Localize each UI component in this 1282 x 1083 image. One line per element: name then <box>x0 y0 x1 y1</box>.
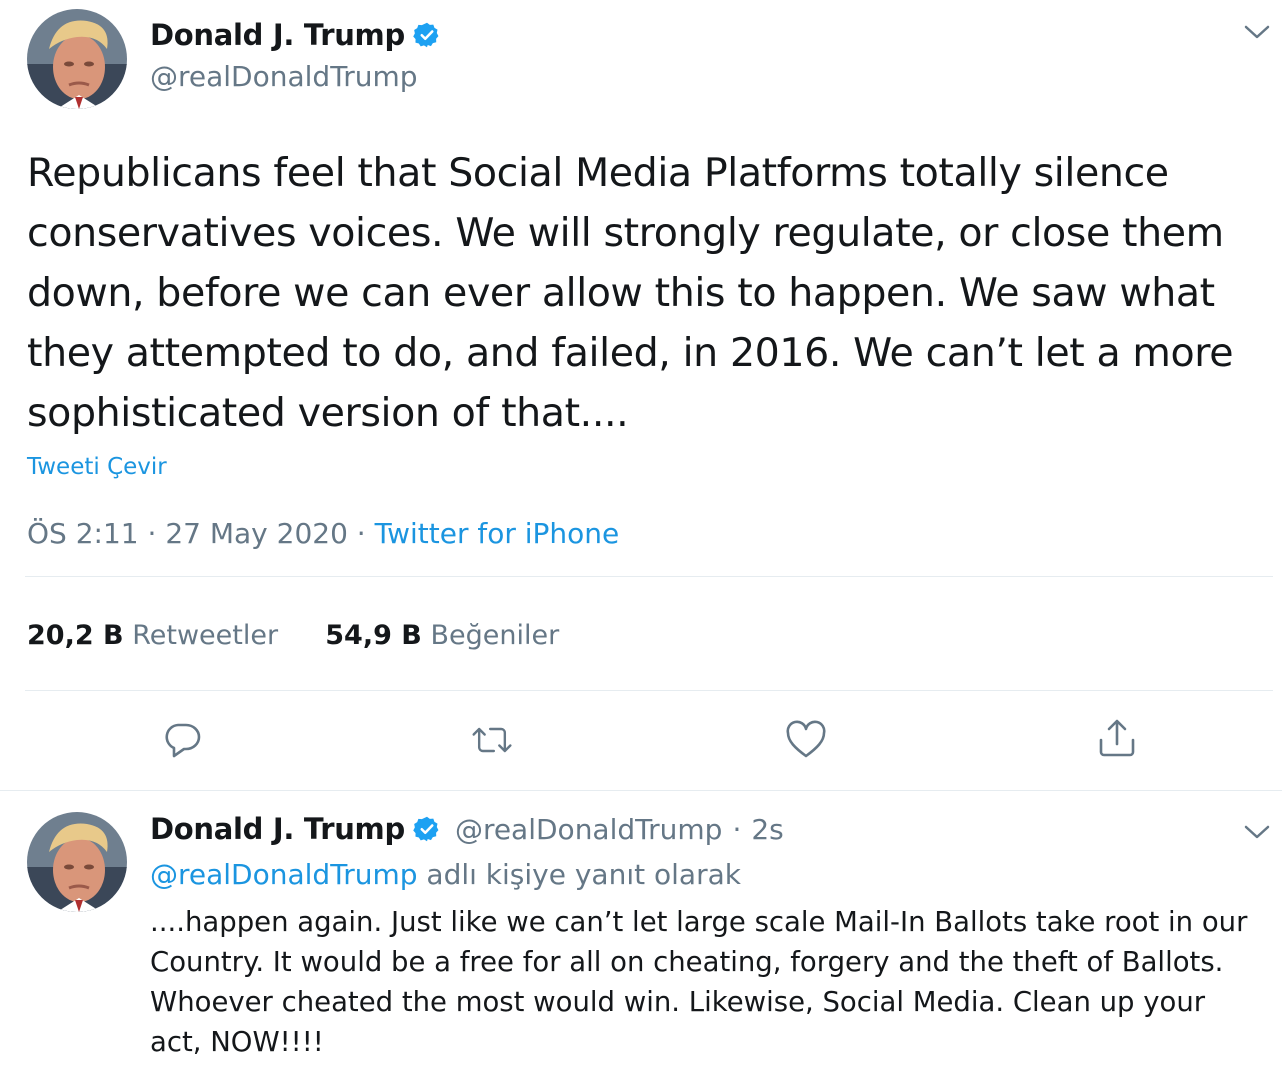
retweet-icon <box>472 727 512 753</box>
divider <box>0 790 1282 791</box>
chevron-down-icon[interactable] <box>1244 824 1270 840</box>
retweet-button[interactable] <box>470 718 514 762</box>
reply-author-handle[interactable]: @realDonaldTrump <box>455 813 723 846</box>
share-icon <box>1099 719 1135 757</box>
like-icon <box>786 720 826 758</box>
tweet-time[interactable]: ÖS 2:11 <box>27 517 139 550</box>
meta-separator: · <box>147 517 157 550</box>
reply-context-label: adlı kişiye yanıt olarak <box>417 858 741 891</box>
like-button[interactable] <box>784 718 828 762</box>
retweet-label: Retweetler <box>132 620 279 651</box>
like-count: 54,9 B <box>325 620 422 651</box>
author-name-row: Donald J. Trump <box>150 18 441 52</box>
verified-badge-icon <box>413 815 441 843</box>
meta-separator: · <box>356 517 366 550</box>
tweet-meta: ÖS 2:11 · 27 May 2020 · Twitter for iPho… <box>27 517 619 550</box>
author-handle[interactable]: @realDonaldTrump <box>150 60 418 93</box>
author-avatar[interactable] <box>27 9 127 109</box>
verified-badge-icon <box>413 21 441 49</box>
reply-author-avatar[interactable] <box>27 812 127 912</box>
chevron-down-icon[interactable] <box>1244 24 1270 40</box>
reply-author-name[interactable]: Donald J. Trump <box>150 812 405 846</box>
likes-stat[interactable]: 54,9 B Beğeniler <box>325 620 559 651</box>
divider <box>25 690 1273 691</box>
tweet-text: Republicans feel that Social Media Platf… <box>27 150 1234 436</box>
reply-author-row: Donald J. Trump @realDonaldTrump · 2s <box>150 812 784 846</box>
reply-time[interactable]: 2s <box>751 813 783 846</box>
tweet-stats: 20,2 B Retweetler 54,9 B Beğeniler <box>27 620 559 651</box>
retweet-count: 20,2 B <box>27 620 124 651</box>
divider <box>25 576 1273 577</box>
share-button[interactable] <box>1095 716 1139 760</box>
reply-tweet-text: ....happen again. Just like we can’t let… <box>150 906 1248 1058</box>
translate-tweet-link[interactable]: Tweeti Çevir <box>27 454 167 480</box>
like-label: Beğeniler <box>430 620 560 651</box>
reply-context: @realDonaldTrump adlı kişiye yanıt olara… <box>150 858 741 891</box>
tweet-date[interactable]: 27 May 2020 <box>165 517 348 550</box>
tweet-source-link[interactable]: Twitter for iPhone <box>375 517 620 550</box>
retweets-stat[interactable]: 20,2 B Retweetler <box>27 620 287 651</box>
meta-separator: · <box>732 812 742 846</box>
reply-button[interactable] <box>160 718 204 762</box>
reply-icon <box>165 723 201 758</box>
reply-context-mention[interactable]: @realDonaldTrump <box>150 858 418 891</box>
author-name[interactable]: Donald J. Trump <box>150 18 405 52</box>
